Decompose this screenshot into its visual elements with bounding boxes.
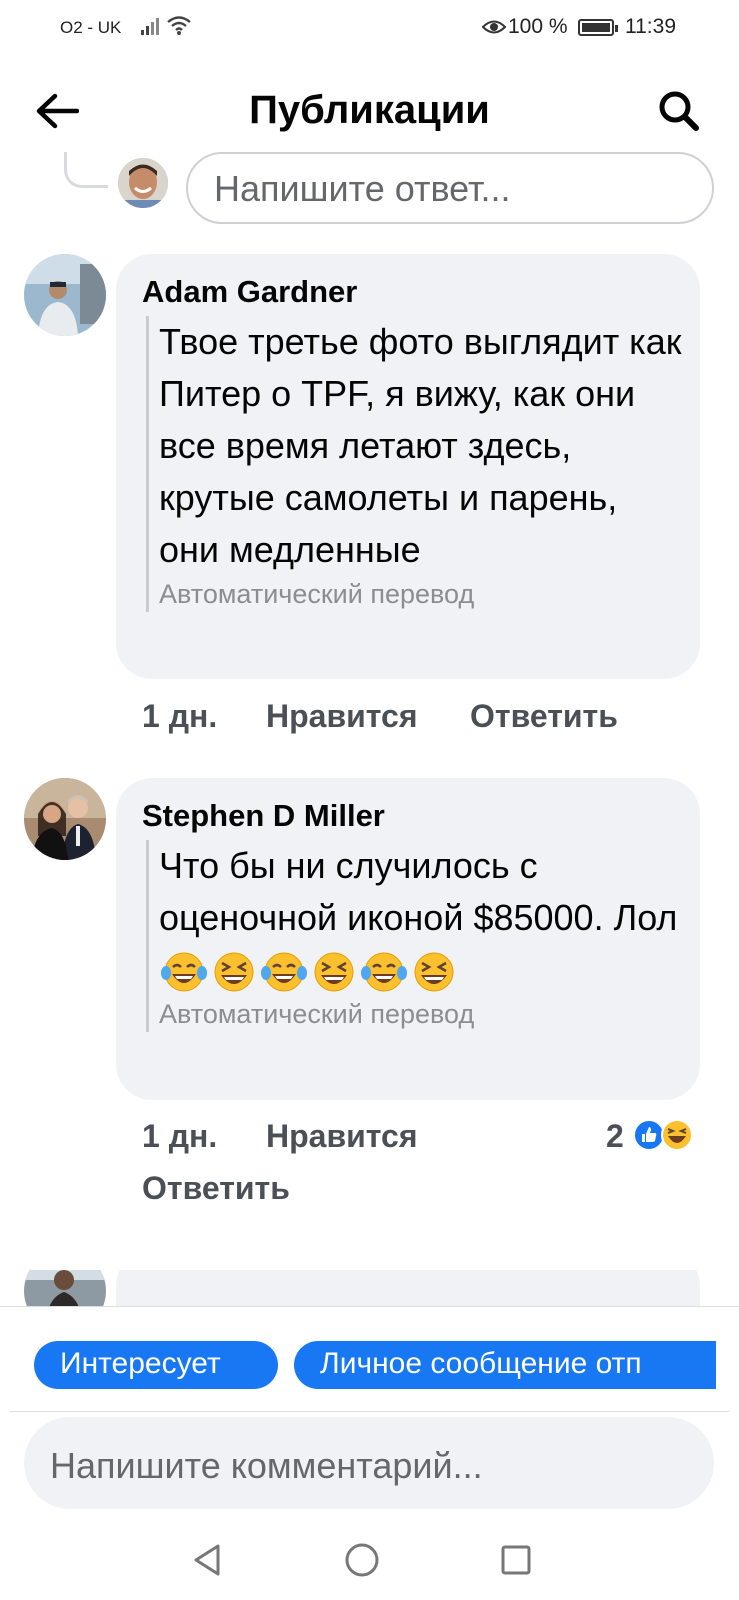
reaction-count[interactable]: 2 — [606, 1118, 624, 1155]
wifi-icon — [166, 14, 192, 41]
divider — [10, 1411, 729, 1412]
squinting-laugh-icon — [214, 952, 254, 992]
avatar[interactable] — [24, 1270, 106, 1306]
comment-input[interactable]: Напишите комментарий... — [24, 1417, 714, 1509]
home-circle-icon — [345, 1543, 379, 1577]
app-header: Публикации — [0, 70, 739, 150]
avatar[interactable] — [24, 254, 106, 336]
comment-text: Твое третье фото выглядит как Питер о TP… — [159, 321, 682, 570]
comment-author[interactable]: Adam Gardner — [142, 274, 357, 310]
interested-chip[interactable]: Интересует — [34, 1341, 278, 1389]
carrier-label: O2 - UK — [60, 18, 122, 37]
like-button[interactable]: Нравится — [266, 698, 418, 735]
comment-body: Твое третье фото выглядит как Питер о TP… — [146, 316, 686, 612]
reaction-icons[interactable] — [632, 1118, 694, 1152]
auto-translation-note[interactable]: Автоматический перевод — [159, 996, 686, 1032]
like-button[interactable]: Нравится — [266, 1118, 418, 1155]
tears-of-joy-icon — [261, 952, 307, 992]
tears-of-joy-icon — [161, 952, 207, 992]
reply-button[interactable]: Ответить — [470, 698, 618, 735]
tears-of-joy-icon — [361, 952, 407, 992]
signal-icon — [140, 16, 162, 41]
comment-actions: 1 дн. Нравится Ответить 2 — [142, 1118, 712, 1214]
comment-text: Что бы ни случилось с оценочной иконой $… — [159, 845, 678, 938]
squinting-laugh-icon — [314, 952, 354, 992]
search-button[interactable] — [652, 84, 706, 138]
haha-icon — [661, 1119, 693, 1151]
comment-bubble: Stephen D Miller Что бы ни случилось с о… — [116, 778, 700, 1100]
comment-author[interactable]: Stephen D Miller — [142, 798, 385, 834]
nav-recents-button[interactable] — [486, 1530, 546, 1590]
comment-bubble: Adam Gardner Твое третье фото выглядит к… — [116, 254, 700, 679]
squinting-laugh-icon — [414, 952, 454, 992]
nav-back-button[interactable] — [178, 1530, 238, 1590]
battery-percent: 100 % — [508, 15, 568, 38]
comment-time: 1 дн. — [142, 698, 218, 734]
search-icon — [659, 91, 699, 131]
eye-icon — [481, 17, 507, 42]
recents-square-icon — [501, 1545, 531, 1575]
back-triangle-icon — [194, 1544, 220, 1576]
auto-translation-note[interactable]: Автоматический перевод — [159, 576, 686, 612]
comment-time: 1 дн. — [142, 1118, 218, 1154]
avatar[interactable] — [24, 778, 106, 860]
next-comment-peek — [0, 1270, 739, 1306]
comment-actions: 1 дн. Нравится Ответить — [142, 698, 702, 742]
avatar[interactable] — [118, 158, 168, 208]
battery-fill — [582, 23, 610, 32]
reply-button[interactable]: Ответить — [142, 1170, 290, 1207]
page-title: Публикации — [249, 88, 490, 132]
comment-bubble — [116, 1270, 700, 1306]
private-message-chip[interactable]: Личное сообщение отп — [294, 1341, 716, 1389]
battery-icon — [578, 19, 618, 36]
system-nav-bar — [0, 1520, 739, 1600]
clock: 11:39 — [625, 15, 676, 38]
status-bar: O2 - UK 100 % 11:39 — [0, 0, 739, 56]
emoji-run — [159, 949, 459, 992]
comment-body: Что бы ни случилось с оценочной иконой $… — [146, 840, 686, 1032]
reply-thread-line — [64, 152, 108, 188]
nav-home-button[interactable] — [332, 1530, 392, 1590]
reply-input[interactable]: Напишите ответ... — [186, 152, 714, 224]
